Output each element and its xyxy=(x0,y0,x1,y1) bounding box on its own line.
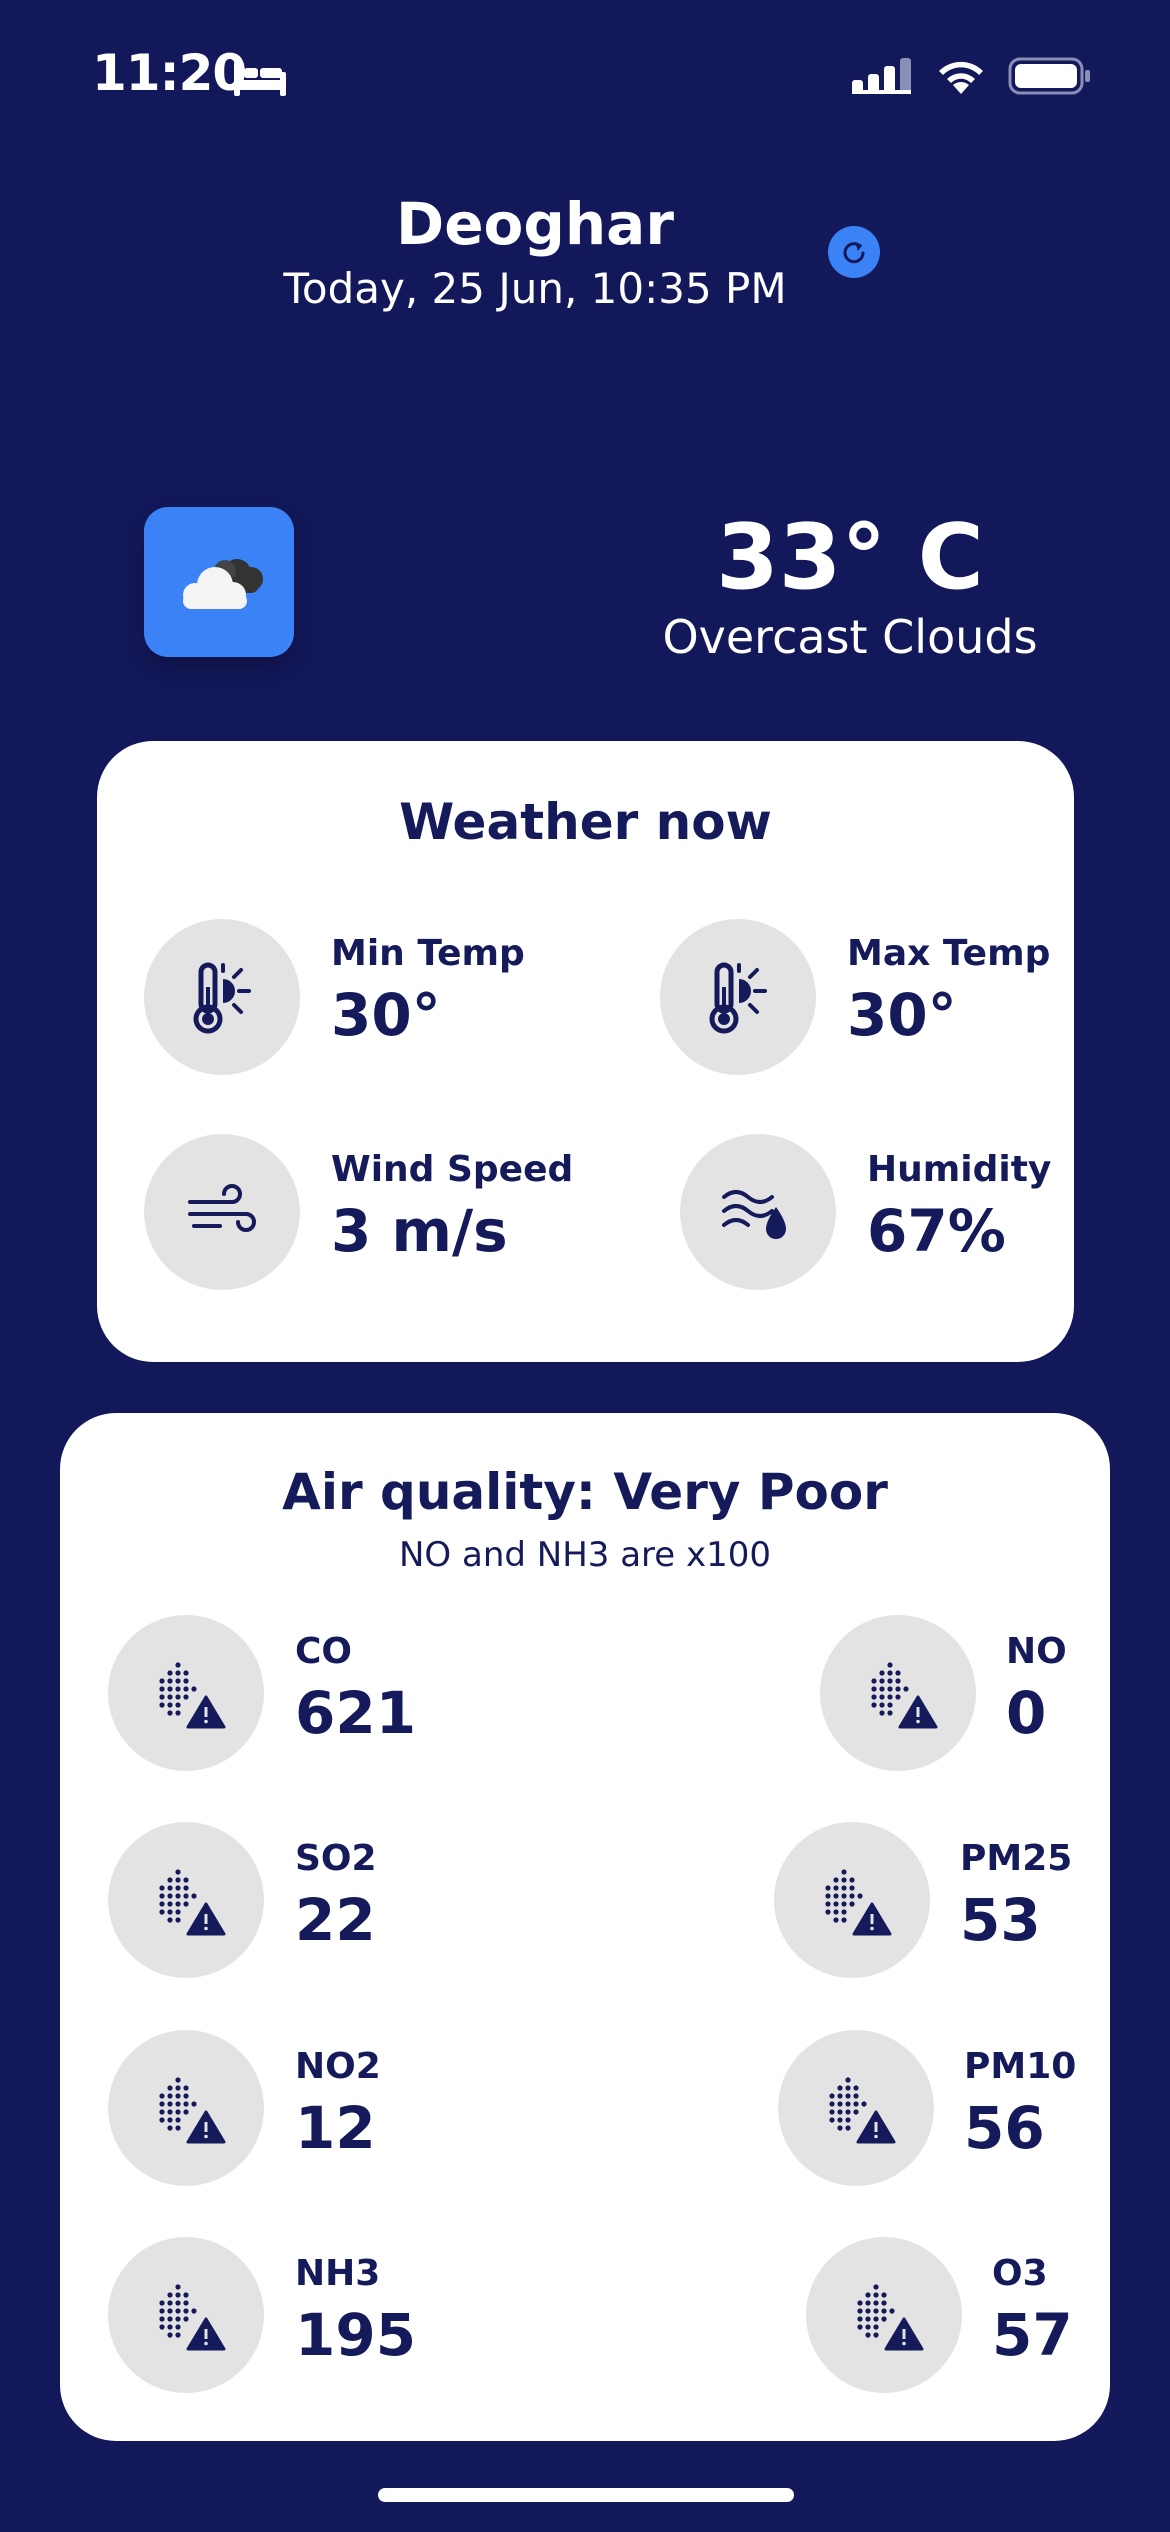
wind-speed-icon-circle xyxy=(144,1134,300,1290)
wind-speed-value: 3 m/s xyxy=(331,1197,508,1265)
co-value: 621 xyxy=(295,1679,417,1747)
current-temperature: 33° C xyxy=(716,505,984,610)
air-quality-card: Air quality: Very Poor NO and NH3 are x1… xyxy=(60,1413,1110,2441)
so2-label: SO2 xyxy=(295,1838,377,1879)
no-label: NO xyxy=(1006,1631,1067,1672)
wind-icon xyxy=(188,1184,256,1232)
bed-icon xyxy=(234,62,286,96)
no-value: 0 xyxy=(1006,1679,1047,1747)
nh3-value: 195 xyxy=(295,2301,417,2369)
o3-label: O3 xyxy=(992,2253,1048,2294)
weather-now-title: Weather now xyxy=(399,793,772,851)
so2-value: 22 xyxy=(295,1886,376,1954)
pm25-value: 53 xyxy=(960,1886,1041,1954)
humidity-icon-circle xyxy=(680,1134,836,1290)
refresh-icon xyxy=(843,242,865,264)
weather-now-card: Weather now Min Temp 30° Max Temp 30° Wi… xyxy=(97,741,1074,1362)
air-quality-subtitle: NO and NH3 are x100 xyxy=(398,1535,772,1575)
particles-warning-icon xyxy=(159,2077,226,2144)
o3-icon-circle xyxy=(806,2237,962,2393)
thermometer-sun-icon xyxy=(193,962,251,1034)
condition-description: Overcast Clouds xyxy=(662,610,1038,664)
wifi-icon xyxy=(939,61,983,94)
particles-warning-icon xyxy=(825,1869,892,1936)
humidity-icon xyxy=(722,1190,786,1239)
pm10-icon-circle xyxy=(778,2030,934,2186)
min-temp-value: 30° xyxy=(331,981,441,1049)
particles-warning-icon xyxy=(159,1662,226,1729)
wind-speed-label: Wind Speed xyxy=(331,1149,574,1190)
humidity-label: Humidity xyxy=(867,1149,1052,1190)
min-temp-icon-circle xyxy=(144,919,300,1075)
city-name: Deoghar xyxy=(396,190,674,258)
weather-condition-tile xyxy=(144,507,294,657)
pm25-icon-circle xyxy=(774,1822,930,1978)
max-temp-value: 30° xyxy=(847,981,957,1049)
status-time: 11:20 xyxy=(92,44,247,102)
so2-icon-circle xyxy=(108,1822,264,1978)
particles-warning-icon xyxy=(159,1869,226,1936)
cloud-icon xyxy=(183,559,263,609)
no2-icon-circle xyxy=(108,2030,264,2186)
thermometer-sun-icon xyxy=(709,962,767,1034)
pm10-value: 56 xyxy=(964,2094,1045,2162)
no2-value: 12 xyxy=(295,2094,376,2162)
min-temp-label: Min Temp xyxy=(331,933,525,974)
max-temp-icon-circle xyxy=(660,919,816,1075)
home-indicator[interactable] xyxy=(378,2488,794,2502)
humidity-value: 67% xyxy=(867,1197,1006,1265)
nh3-icon-circle xyxy=(108,2237,264,2393)
o3-value: 57 xyxy=(992,2301,1073,2369)
nh3-label: NH3 xyxy=(295,2253,381,2294)
particles-warning-icon xyxy=(159,2284,226,2351)
particles-warning-icon xyxy=(857,2284,924,2351)
cellular-signal-icon xyxy=(852,58,911,94)
particles-warning-icon xyxy=(871,1662,938,1729)
pm10-label: PM10 xyxy=(964,2046,1077,2087)
pm25-label: PM25 xyxy=(960,1838,1073,1879)
particles-warning-icon xyxy=(829,2077,896,2144)
air-quality-title: Air quality: Very Poor xyxy=(282,1463,888,1521)
refresh-button[interactable] xyxy=(828,226,880,278)
no2-label: NO2 xyxy=(295,2046,381,2087)
co-label: CO xyxy=(295,1631,353,1672)
battery-icon xyxy=(1008,57,1090,95)
max-temp-label: Max Temp xyxy=(847,933,1051,974)
co-icon-circle xyxy=(108,1615,264,1771)
date-time: Today, 25 Jun, 10:35 PM xyxy=(283,264,787,313)
no-icon-circle xyxy=(820,1615,976,1771)
